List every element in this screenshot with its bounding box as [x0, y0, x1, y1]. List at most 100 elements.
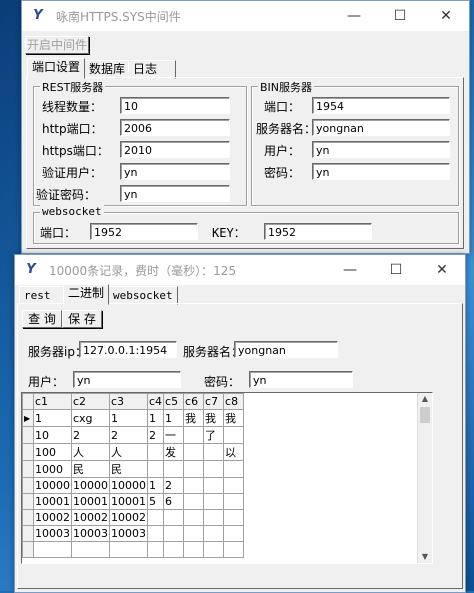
client-maximize-icon[interactable]: ☐: [373, 255, 419, 285]
table-cell[interactable]: [223, 460, 245, 478]
table-cell[interactable]: 2: [109, 426, 148, 444]
column-header[interactable]: c4: [146, 393, 165, 410]
table-cell[interactable]: 100: [33, 443, 72, 461]
table-cell[interactable]: 2: [71, 426, 110, 444]
start-middleware-button[interactable]: 开启中间件: [25, 36, 89, 54]
table-cell[interactable]: 6: [163, 493, 185, 510]
table-cell[interactable]: 10003: [109, 525, 148, 542]
table-cell[interactable]: 人: [71, 443, 110, 461]
table-cell[interactable]: 以: [223, 443, 245, 461]
query-button[interactable]: 查 询: [22, 310, 62, 328]
server-name-field[interactable]: yongnan: [234, 341, 338, 358]
table-cell[interactable]: 10000: [33, 477, 72, 494]
table-cell[interactable]: [183, 493, 205, 510]
maximize-icon[interactable]: ☐: [377, 1, 423, 31]
table-cell[interactable]: [183, 477, 205, 494]
table-cell[interactable]: 5: [146, 493, 165, 510]
column-header[interactable]: c2: [71, 393, 110, 410]
table-cell[interactable]: 10002: [33, 509, 72, 526]
table-cell[interactable]: [183, 525, 205, 542]
table-cell[interactable]: 10001: [109, 493, 148, 510]
auth-password-field[interactable]: yn: [120, 185, 230, 202]
table-cell[interactable]: 10000: [71, 477, 110, 494]
table-row[interactable]: 10000 10000 10000 1 2: [22, 477, 245, 494]
table-cell[interactable]: [183, 509, 205, 526]
table-cell[interactable]: 民: [71, 460, 110, 478]
table-cell[interactable]: 2: [146, 426, 165, 444]
table-cell[interactable]: [146, 443, 165, 461]
table-cell[interactable]: 10000: [109, 477, 148, 494]
client-password-field[interactable]: yn: [249, 371, 353, 388]
table-cell[interactable]: 1: [146, 409, 165, 427]
table-cell[interactable]: [203, 460, 225, 478]
client-minimize-icon[interactable]: —: [327, 255, 373, 285]
table-cell[interactable]: 我: [223, 409, 245, 427]
table-cell[interactable]: [223, 525, 245, 542]
table-cell[interactable]: [183, 460, 205, 478]
table-cell[interactable]: [203, 443, 225, 461]
minimize-icon[interactable]: —: [331, 1, 377, 31]
threads-field[interactable]: 10: [120, 97, 230, 114]
data-grid[interactable]: c1 c2 c3 c4 c5 c6 c7 c8 ▶ 1 cxg 1 1 1 我我我 10 2 2 2…: [21, 392, 433, 564]
table-cell[interactable]: 1000: [33, 460, 72, 478]
table-cell[interactable]: [163, 509, 185, 526]
http-port-field[interactable]: 2006: [120, 119, 230, 136]
table-cell[interactable]: 10002: [71, 509, 110, 526]
table-cell[interactable]: 10003: [33, 525, 72, 542]
table-cell[interactable]: [183, 426, 205, 444]
table-cell[interactable]: 1: [33, 409, 72, 427]
client-user-field[interactable]: yn: [73, 371, 181, 388]
table-cell[interactable]: 2: [163, 477, 185, 494]
close-icon[interactable]: ✕: [423, 1, 469, 31]
bin-server-name-field[interactable]: yongnan: [312, 119, 450, 136]
server-ip-field[interactable]: 127.0.0.1:1954: [79, 341, 177, 358]
tab-port-settings[interactable]: 端口设置: [27, 58, 86, 79]
tab-binary[interactable]: 二进制: [63, 284, 110, 305]
table-row[interactable]: 10 2 2 2 一了: [22, 426, 245, 444]
column-header[interactable]: c1: [33, 393, 72, 410]
scroll-down-icon[interactable]: ▼: [418, 551, 432, 563]
table-cell[interactable]: [146, 460, 165, 478]
scroll-thumb[interactable]: [420, 407, 430, 423]
table-cell[interactable]: 1: [109, 409, 148, 427]
table-cell[interactable]: [223, 509, 245, 526]
table-row[interactable]: 10001 10001 10001 5 6: [22, 493, 245, 510]
client-title-bar[interactable]: Y 10000条记录，费时（毫秒）：125 — ☐ ✕: [15, 255, 465, 285]
save-button[interactable]: 保 存: [62, 310, 102, 328]
table-row[interactable]: 10003 10003 10003: [22, 525, 245, 542]
table-cell[interactable]: 人: [109, 443, 148, 461]
ws-key-field[interactable]: 1952: [264, 223, 372, 240]
table-row[interactable]: 1000 民民: [22, 460, 245, 478]
bin-port-field[interactable]: 1954: [312, 97, 450, 114]
ws-port-field[interactable]: 1952: [90, 223, 198, 240]
column-header[interactable]: c3: [109, 393, 148, 410]
table-row[interactable]: 10002 10002 10002: [22, 509, 245, 526]
table-cell[interactable]: [203, 509, 225, 526]
table-cell[interactable]: [203, 477, 225, 494]
table-cell[interactable]: [146, 509, 165, 526]
table-cell[interactable]: 10001: [71, 493, 110, 510]
table-cell[interactable]: 1: [163, 409, 185, 427]
table-cell[interactable]: [203, 493, 225, 510]
column-header[interactable]: c5: [163, 393, 185, 410]
table-cell[interactable]: 民: [109, 460, 148, 478]
table-row[interactable]: ▶ 1 cxg 1 1 1 我我我: [22, 409, 245, 427]
table-cell[interactable]: [163, 460, 185, 478]
column-header[interactable]: c8: [223, 393, 245, 410]
table-cell[interactable]: 了: [203, 426, 225, 444]
table-cell[interactable]: [223, 426, 245, 444]
table-cell[interactable]: 发: [163, 443, 185, 461]
table-cell[interactable]: [223, 477, 245, 494]
table-cell[interactable]: 10: [33, 426, 72, 444]
table-cell[interactable]: [183, 443, 205, 461]
table-cell[interactable]: [163, 525, 185, 542]
table-row[interactable]: 100 人人发以: [22, 443, 245, 461]
auth-user-field[interactable]: yn: [120, 163, 230, 180]
table-cell[interactable]: 我: [183, 409, 205, 427]
bin-user-field[interactable]: yn: [312, 141, 450, 158]
scroll-up-icon[interactable]: ▲: [418, 393, 432, 405]
table-cell[interactable]: 10001: [33, 493, 72, 510]
column-header[interactable]: c7: [203, 393, 225, 410]
table-cell[interactable]: 一: [163, 426, 185, 444]
client-close-icon[interactable]: ✕: [419, 255, 465, 285]
